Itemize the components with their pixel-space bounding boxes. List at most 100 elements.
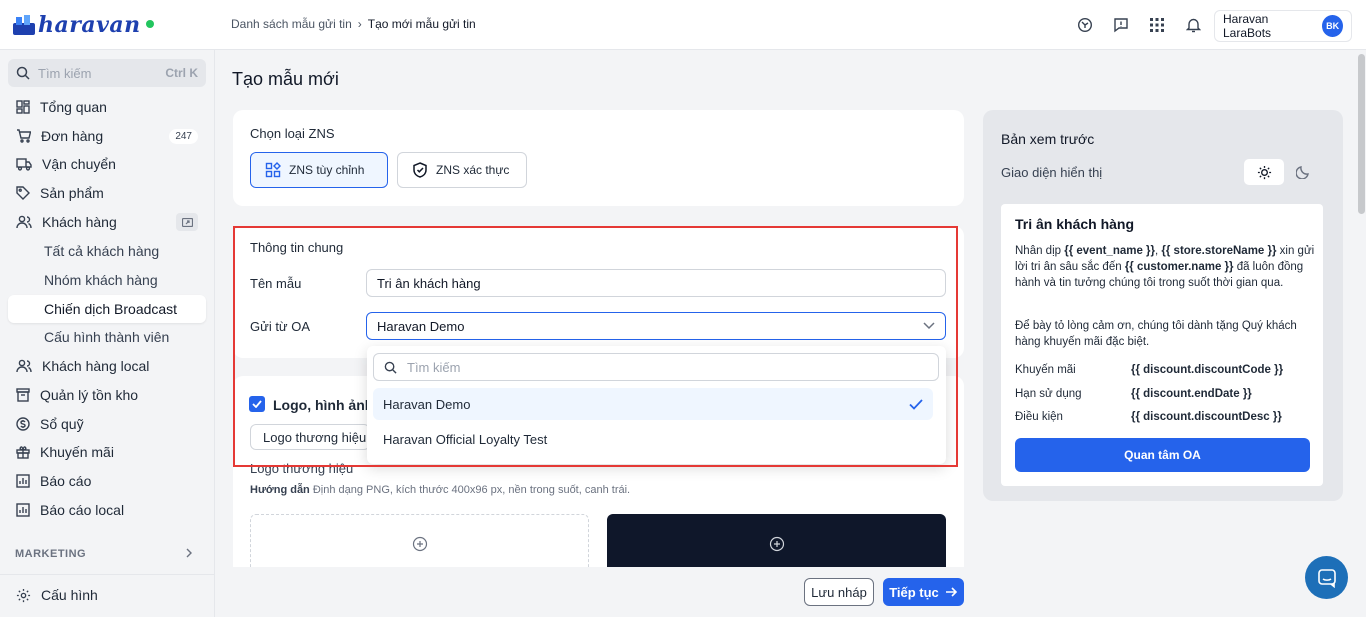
- follow-oa-button[interactable]: Quan tâm OA: [1015, 438, 1310, 472]
- cart-icon: [17, 129, 31, 143]
- send-from-oa-select[interactable]: Haravan Demo: [366, 312, 946, 340]
- sidebar-item-settings[interactable]: Cấu hình: [8, 581, 206, 609]
- users-icon: [16, 215, 32, 229]
- sidebar-item-shipping[interactable]: Vận chuyển: [8, 150, 206, 178]
- sidebar-divider: [0, 574, 215, 575]
- sidebar-sub-customer-groups[interactable]: Nhóm khách hàng: [8, 266, 206, 294]
- hint-text: Định dạng PNG, kích thước 400x96 px, nền…: [312, 484, 631, 496]
- upload-dark-logo[interactable]: [607, 514, 946, 574]
- cash-icon: [16, 417, 30, 431]
- chart-icon: [16, 503, 30, 517]
- footer-bar: [216, 567, 1357, 617]
- template-name-label: Tên mẫu: [250, 276, 302, 291]
- sidebar-item-local-reports[interactable]: Báo cáo local: [8, 496, 206, 524]
- open-external-icon[interactable]: [176, 213, 198, 231]
- globe-icon[interactable]: [1074, 14, 1096, 36]
- sidebar-item-label: Khuyến mãi: [40, 444, 114, 460]
- feedback-icon[interactable]: [1110, 14, 1132, 36]
- sidebar-item-customers[interactable]: Khách hàng: [8, 208, 206, 236]
- sidebar-item-label: Vận chuyển: [42, 156, 116, 172]
- widgets-icon: [265, 162, 281, 178]
- haravan-logo[interactable]: haravan: [12, 8, 142, 42]
- sidebar-item-promotions[interactable]: Khuyến mãi: [8, 438, 206, 466]
- bell-icon[interactable]: [1182, 14, 1204, 36]
- pv-row-value: {{ discount.discountCode }}: [1131, 364, 1284, 376]
- hint-label: Hướng dẫn: [250, 484, 310, 496]
- sidebar-item-cashbook[interactable]: Sổ quỹ: [8, 410, 206, 438]
- zns-verified-button[interactable]: ZNS xác thực: [397, 152, 527, 188]
- template-name-input[interactable]: Tri ân khách hàng: [366, 269, 946, 297]
- account-menu[interactable]: Haravan LaraBots BK: [1214, 10, 1352, 42]
- preview-row-promo: Khuyến mãi {{ discount.discountCode }}: [1015, 364, 1315, 376]
- chat-support-button[interactable]: [1305, 556, 1348, 599]
- zns-custom-label: ZNS tùy chỉnh: [289, 163, 365, 177]
- logo-mark-icon: [13, 15, 35, 35]
- add-circle-icon: [769, 536, 784, 552]
- sidebar-sub-all-customers[interactable]: Tất cả khách hàng: [8, 237, 206, 265]
- theme-label: Giao diện hiển thị: [1001, 165, 1103, 180]
- general-info-heading: Thông tin chung: [250, 240, 344, 255]
- chevron-down-icon: [923, 322, 935, 330]
- theme-switch: [1243, 158, 1321, 186]
- preview-title: Tri ân khách hàng: [1015, 216, 1135, 232]
- breadcrumb-parent[interactable]: Danh sách mẫu gửi tin: [231, 17, 352, 31]
- sidebar-item-orders[interactable]: Đơn hàng 247: [8, 122, 206, 150]
- oa-option-label: Haravan Demo: [383, 396, 471, 412]
- page-scrollbar[interactable]: [1357, 50, 1366, 617]
- pv-row-label: Điều kiện: [1015, 411, 1063, 423]
- sidebar-item-label: Quản lý tồn kho: [40, 387, 139, 403]
- preview-paragraph-2: Để bày tỏ lòng cảm ơn, chúng tôi dành tặ…: [1015, 320, 1297, 348]
- oa-search-input[interactable]: Tìm kiếm: [373, 353, 939, 381]
- brand-logo-tab[interactable]: Logo thương hiệu: [250, 424, 370, 450]
- send-from-oa-label: Gửi từ OA: [250, 319, 311, 334]
- sidebar-item-label: Khách hàng: [42, 214, 117, 230]
- preview-paragraph-1: Nhân dịp {{ event_name }}, {{ store.stor…: [1015, 243, 1315, 291]
- upload-light-logo[interactable]: [250, 514, 589, 574]
- chevron-right-icon[interactable]: [184, 547, 194, 559]
- brand-logo-heading: Logo thương hiệu: [250, 461, 354, 476]
- check-icon: [909, 398, 923, 410]
- oa-dropdown-menu: Tìm kiếm Haravan Demo Haravan Official L…: [367, 346, 946, 464]
- sidebar-item-inventory[interactable]: Quản lý tồn kho: [8, 381, 206, 409]
- logo-wordmark: haravan: [38, 12, 141, 38]
- logo-image-label: Logo, hình ảnh: [273, 397, 374, 413]
- sidebar: Tìm kiếm Ctrl K Tổng quan Đơn hàng 247 V…: [0, 50, 215, 617]
- sidebar-item-label: Báo cáo local: [40, 502, 125, 518]
- gift-icon: [16, 446, 30, 459]
- pv-row-value: {{ discount.discountDesc }}: [1131, 411, 1282, 423]
- top-bar: haravan Danh sách mẫu gửi tin › Tạo mới …: [0, 0, 1366, 50]
- sidebar-item-label: Khách hàng local: [42, 358, 150, 374]
- truck-icon: [16, 158, 32, 171]
- zns-type-label: Chọn loại ZNS: [250, 126, 335, 141]
- dashboard-icon: [16, 100, 30, 114]
- chat-icon: [1317, 568, 1336, 588]
- scrollbar-thumb[interactable]: [1358, 54, 1365, 214]
- sidebar-sub-broadcast[interactable]: Chiến dịch Broadcast: [8, 295, 206, 323]
- sidebar-search[interactable]: Tìm kiếm Ctrl K: [8, 59, 206, 87]
- save-draft-button[interactable]: Lưu nháp: [804, 578, 874, 606]
- oa-search-placeholder: Tìm kiếm: [407, 359, 461, 375]
- logo-image-checkbox[interactable]: [249, 396, 265, 412]
- sidebar-item-reports[interactable]: Báo cáo: [8, 467, 206, 495]
- apps-grid-icon[interactable]: [1146, 14, 1168, 36]
- light-theme-button[interactable]: [1244, 159, 1284, 185]
- dark-theme-button[interactable]: [1287, 159, 1319, 185]
- sidebar-item-label: Sản phẩm: [40, 185, 104, 201]
- search-icon: [384, 361, 397, 374]
- sidebar-item-local-customers[interactable]: Khách hàng local: [8, 352, 206, 380]
- zns-custom-button[interactable]: ZNS tùy chỉnh: [250, 152, 388, 188]
- sidebar-item-products[interactable]: Sản phẩm: [8, 179, 206, 207]
- shield-check-icon: [413, 162, 427, 178]
- search-placeholder: Tìm kiếm: [38, 65, 92, 81]
- sidebar-sub-member-config[interactable]: Cấu hình thành viên: [8, 323, 206, 351]
- sidebar-item-label: Báo cáo: [40, 473, 92, 489]
- oa-option[interactable]: Haravan Official Loyalty Test: [373, 423, 933, 455]
- continue-button[interactable]: Tiếp tục: [883, 578, 964, 606]
- marketing-section-label[interactable]: MARKETING: [15, 548, 86, 560]
- pv-variable: {{ customer.name }}: [1124, 261, 1234, 273]
- inventory-icon: [16, 388, 30, 402]
- sidebar-item-label: Cấu hình: [41, 587, 98, 603]
- breadcrumb-separator: ›: [357, 17, 362, 31]
- sidebar-item-overview[interactable]: Tổng quan: [8, 93, 206, 121]
- oa-option[interactable]: Haravan Demo: [373, 388, 933, 420]
